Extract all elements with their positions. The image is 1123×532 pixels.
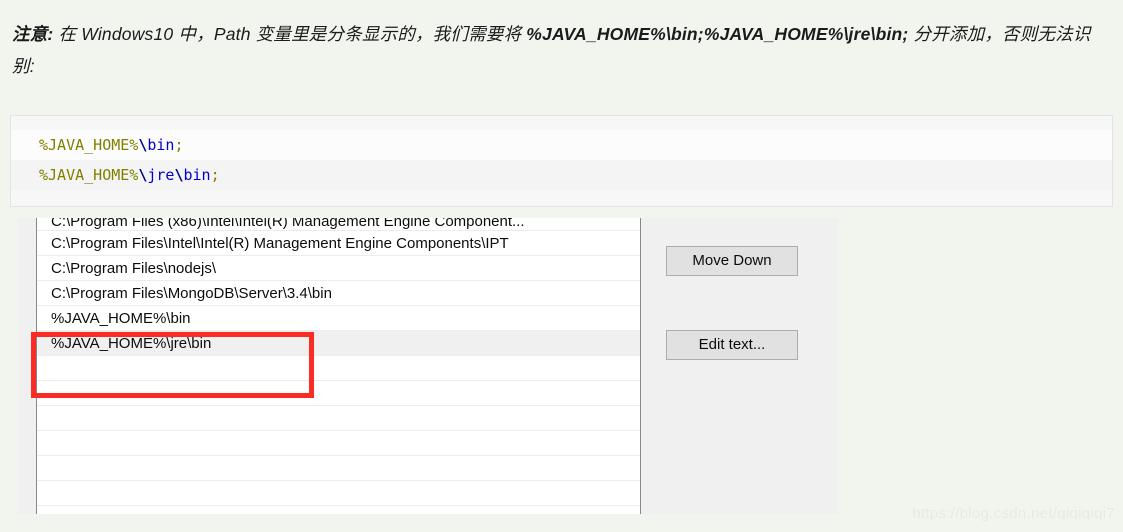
watermark: https://blog.csdn.net/qiqiqiqi7 (912, 505, 1115, 522)
note-callout: 注意: 在 Windows10 中，Path 变量里是分条显示的，我们需要将 %… (12, 18, 1102, 82)
note-label: 注意: (12, 24, 54, 44)
list-item[interactable] (37, 481, 640, 506)
note-inline-code: %JAVA_HOME%\bin;%JAVA_HOME%\jre\bin; (526, 24, 909, 44)
move-down-button[interactable]: Move Down (666, 246, 798, 276)
code-token-word: bin (183, 166, 211, 184)
list-item[interactable] (37, 456, 640, 481)
edit-text-button[interactable]: Edit text... (666, 330, 798, 360)
list-item[interactable] (37, 406, 640, 431)
path-entries-listbox[interactable]: C:\Program Files (x86)\Intel\Intel(R) Ma… (36, 218, 641, 514)
list-item[interactable] (37, 431, 640, 456)
code-token-word: jre (147, 166, 175, 184)
list-item[interactable]: C:\Program Files\Intel\Intel(R) Manageme… (37, 231, 640, 256)
note-text-before: 在 Windows10 中，Path 变量里是分条显示的，我们需要将 (53, 24, 527, 44)
code-block-bottom-padding (11, 190, 1112, 206)
list-item[interactable]: C:\Program Files\MongoDB\Server\3.4\bin (37, 281, 640, 306)
code-token-variable: %JAVA_HOME% (39, 136, 139, 154)
list-item-java-home-bin[interactable]: %JAVA_HOME%\bin (37, 306, 640, 331)
dialog-button-column: Move Down Edit text... (658, 218, 838, 514)
list-item[interactable] (37, 356, 640, 381)
list-item[interactable] (37, 381, 640, 406)
environment-variable-dialog-screenshot: C:\Program Files (x86)\Intel\Intel(R) Ma… (18, 218, 838, 514)
code-line: %JAVA_HOME%\bin; (11, 130, 1112, 160)
list-item[interactable]: C:\Program Files\nodejs\ (37, 256, 640, 281)
list-item-java-home-jre-bin[interactable]: %JAVA_HOME%\jre\bin (37, 331, 640, 356)
code-token-escape: \ (174, 166, 184, 184)
code-token-semicolon: ; (174, 136, 184, 154)
code-token-word: bin (147, 136, 175, 154)
code-block: %JAVA_HOME%\bin; %JAVA_HOME%\jre\bin; (10, 115, 1113, 207)
code-token-semicolon: ; (210, 166, 220, 184)
code-token-variable: %JAVA_HOME% (39, 166, 139, 184)
list-item[interactable]: C:\Program Files (x86)\Intel\Intel(R) Ma… (37, 218, 640, 231)
code-line: %JAVA_HOME%\jre\bin; (11, 160, 1112, 190)
code-block-top-padding (11, 116, 1112, 130)
